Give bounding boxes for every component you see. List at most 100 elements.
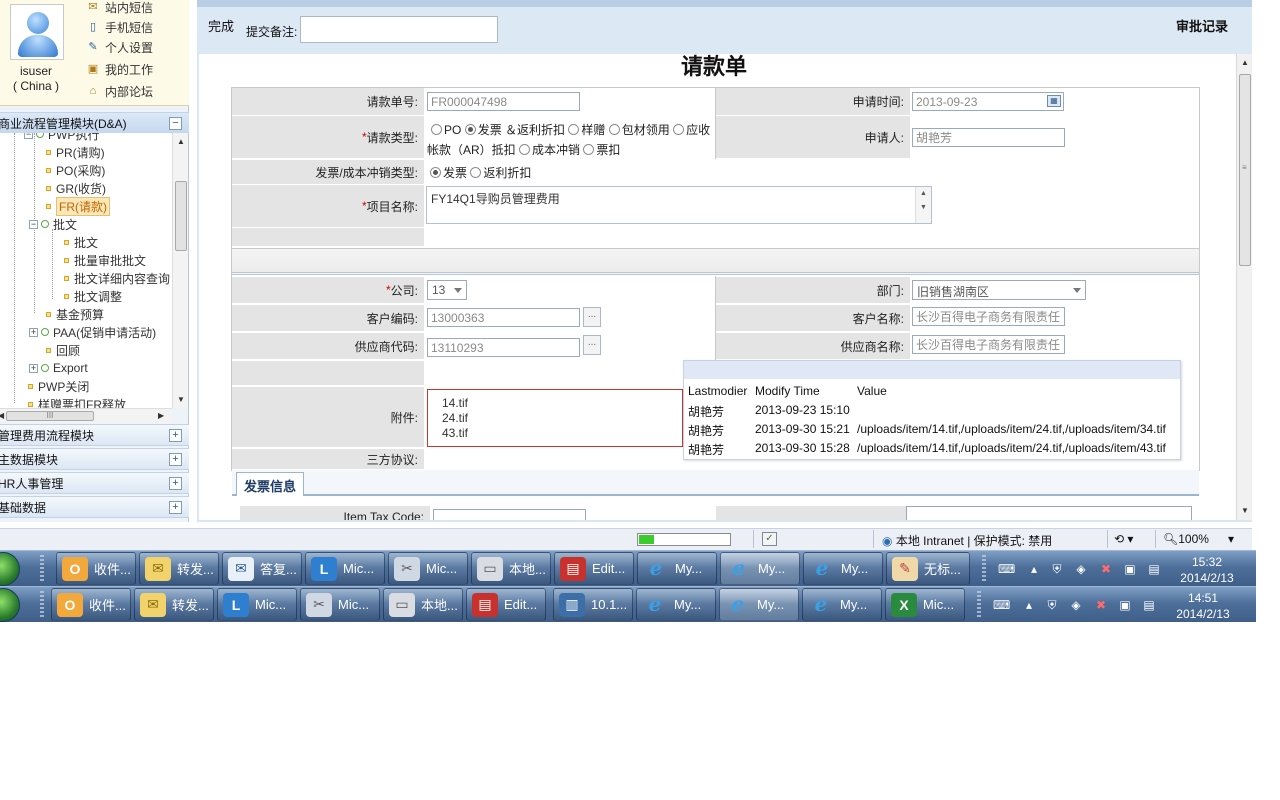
taskbar-outlook-inbox[interactable]: O 收件...: [56, 552, 136, 585]
collapse-icon[interactable]: −: [29, 219, 38, 229]
scroll-thumb[interactable]: III: [6, 411, 94, 421]
expand-icon[interactable]: +: [169, 476, 182, 490]
taskbar-ie-3[interactable]: ℯ My...: [803, 552, 883, 585]
popup-blocker-icon[interactable]: ✓: [762, 532, 777, 546]
taskbar-forward[interactable]: ✉ 转发...: [134, 588, 214, 621]
taskbar-remote-desktop[interactable]: ▥ 10.1...: [553, 588, 633, 621]
start-button[interactable]: [0, 588, 20, 622]
protected-mode-icon[interactable]: ⟲ ▾: [1114, 532, 1133, 546]
taskbar-reply[interactable]: ✉ 答复...: [222, 552, 302, 585]
scroll-down-icon[interactable]: ▼: [1241, 506, 1249, 515]
done-button[interactable]: 完成: [208, 16, 234, 35]
tray-expand-icon[interactable]: ▴: [1026, 561, 1042, 577]
device-icon[interactable]: ▣: [1122, 561, 1138, 577]
tree-node-paa[interactable]: + PAA(促销申请活动): [29, 323, 156, 341]
scroll-thumb[interactable]: ≡: [1239, 74, 1251, 266]
collapse-icon[interactable]: −: [24, 133, 33, 139]
scroll-up-icon[interactable]: ▲: [1241, 58, 1249, 67]
tab-invoice-info[interactable]: 发票信息: [236, 472, 305, 496]
scroll-right-icon[interactable]: ▶: [158, 411, 164, 420]
tree-node-fund-budget[interactable]: 基金预算: [46, 305, 104, 323]
tree-node-approval[interactable]: − 批文: [29, 215, 77, 233]
remark-input[interactable]: [300, 16, 498, 43]
expand-icon[interactable]: +: [169, 500, 182, 514]
taskbar-ie-2[interactable]: ℯ My...: [720, 552, 800, 585]
module-header-hr[interactable]: HR人事管理 +: [0, 472, 189, 494]
security-shield-icon[interactable]: ⛨: [1049, 561, 1065, 577]
link-my-work[interactable]: ▣ 我的工作: [86, 59, 153, 79]
device-icon[interactable]: ▣: [1117, 597, 1133, 613]
taskbar-outlook-inbox[interactable]: O 收件...: [51, 588, 131, 621]
collapse-icon[interactable]: −: [169, 116, 182, 130]
item-tax-code-field[interactable]: [433, 509, 586, 520]
error-icon[interactable]: ✖: [1093, 597, 1109, 613]
internet-explorer-icon: ℯ: [648, 594, 662, 616]
taskbar-microsoft-1[interactable]: L Mic...: [217, 588, 297, 621]
display-icon[interactable]: ▤: [1146, 561, 1162, 577]
tree-node-pwp[interactable]: − PWP执行: [24, 133, 99, 143]
display-icon[interactable]: ▤: [1141, 597, 1157, 613]
zoom-control[interactable]: 🔍︎100%: [1163, 532, 1209, 546]
taskbar-microsoft-1[interactable]: L Mic...: [305, 552, 385, 585]
tree-node-pwp-close[interactable]: PWP关闭: [28, 377, 89, 395]
scroll-left-icon[interactable]: ◀: [0, 411, 4, 420]
expand-icon[interactable]: +: [29, 363, 38, 373]
network-icon[interactable]: ◈: [1073, 561, 1089, 577]
page-vertical-scrollbar[interactable]: ▲ ≡ ▼: [1236, 54, 1252, 520]
network-icon[interactable]: ◈: [1068, 597, 1084, 613]
tree-node-po[interactable]: PO(采购): [46, 161, 105, 179]
expand-icon[interactable]: +: [29, 327, 38, 337]
module-header-master-data[interactable]: 主数据模块 +: [0, 448, 189, 470]
taskbar-microsoft-2[interactable]: ✂ Mic...: [388, 552, 468, 585]
expand-icon[interactable]: +: [169, 452, 182, 466]
link-site-messages[interactable]: ✉ 站内短信: [86, 0, 153, 17]
link-forum[interactable]: ⌂ 内部论坛: [86, 81, 153, 101]
taskbar-local-disk[interactable]: ▭ 本地...: [471, 552, 551, 585]
taskbar-forward[interactable]: ✉ 转发...: [139, 552, 219, 585]
tree-vertical-scrollbar[interactable]: ▲ ▼: [172, 133, 188, 408]
taskbar-ie-3[interactable]: ℯ My...: [802, 588, 882, 621]
error-icon[interactable]: ✖: [1098, 561, 1114, 577]
tooltip-row-time: 2013-09-30 15:28: [755, 441, 850, 455]
start-button[interactable]: [0, 552, 20, 586]
tree-node-approval-detail[interactable]: 批文详细内容查询: [64, 269, 170, 287]
security-zone[interactable]: ◉ 本地 Intranet | 保护模式: 禁用: [882, 532, 1052, 549]
taskbar-paint[interactable]: ✎ 无标...: [886, 552, 970, 585]
module-header-basic-data[interactable]: 基础数据 +: [0, 496, 189, 518]
expand-icon[interactable]: +: [169, 428, 182, 442]
scroll-thumb[interactable]: [175, 181, 187, 251]
module-header-dna[interactable]: 商业流程管理模块(D&A) −: [0, 112, 189, 134]
link-sms[interactable]: ▯ 手机短信: [86, 17, 153, 37]
taskbar-excel[interactable]: X Mic...: [885, 588, 965, 621]
scroll-down-icon[interactable]: ▼: [177, 395, 185, 404]
tree-node-approval-adjust[interactable]: 批文调整: [64, 287, 122, 305]
tree-node-batch-approval[interactable]: 批量审批批文: [64, 251, 146, 269]
tree-node-approval-list[interactable]: 批文: [64, 233, 98, 251]
taskbar-ie-1[interactable]: ℯ My...: [636, 588, 716, 621]
taskbar-editor[interactable]: ▤ Edit...: [466, 588, 546, 621]
clock[interactable]: 15:32 2014/2/13: [1172, 554, 1242, 586]
zoom-dropdown-icon[interactable]: ▾: [1228, 532, 1234, 546]
tree-node-export[interactable]: + Export: [29, 359, 88, 377]
keyboard-icon[interactable]: ⌨: [998, 561, 1015, 577]
scroll-up-icon[interactable]: ▲: [177, 137, 185, 146]
tree-node-pr[interactable]: PR(请购): [46, 143, 105, 161]
clock[interactable]: 14:51 2014/2/13: [1168, 590, 1238, 622]
tree-horizontal-scrollbar[interactable]: ◀ III ▶: [0, 408, 172, 423]
keyboard-icon[interactable]: ⌨: [993, 597, 1010, 613]
tree-node-gr[interactable]: GR(收货): [46, 179, 106, 197]
link-personal-settings[interactable]: ✎ 个人设置: [86, 37, 153, 57]
taskbar-editor[interactable]: ▤ Edit...: [554, 552, 634, 585]
tray-expand-icon[interactable]: ▴: [1021, 597, 1037, 613]
approval-history-link[interactable]: 审批记录: [1176, 16, 1228, 35]
module-header-admin-expense[interactable]: 管理费用流程模块 +: [0, 424, 189, 446]
tooltip-row-user: 胡艳芳: [688, 424, 725, 438]
tree-node-fr-release[interactable]: 样赠票扣FR释放: [28, 395, 126, 408]
taskbar-ie-1[interactable]: ℯ My...: [637, 552, 717, 585]
security-shield-icon[interactable]: ⛨: [1044, 597, 1060, 613]
tree-node-fr[interactable]: FR(请款): [46, 196, 110, 216]
taskbar-ie-2[interactable]: ℯ My...: [719, 588, 799, 621]
tree-node-review[interactable]: 回顾: [46, 341, 80, 359]
taskbar-local-disk[interactable]: ▭ 本地...: [383, 588, 463, 621]
taskbar-microsoft-2[interactable]: ✂ Mic...: [300, 588, 380, 621]
